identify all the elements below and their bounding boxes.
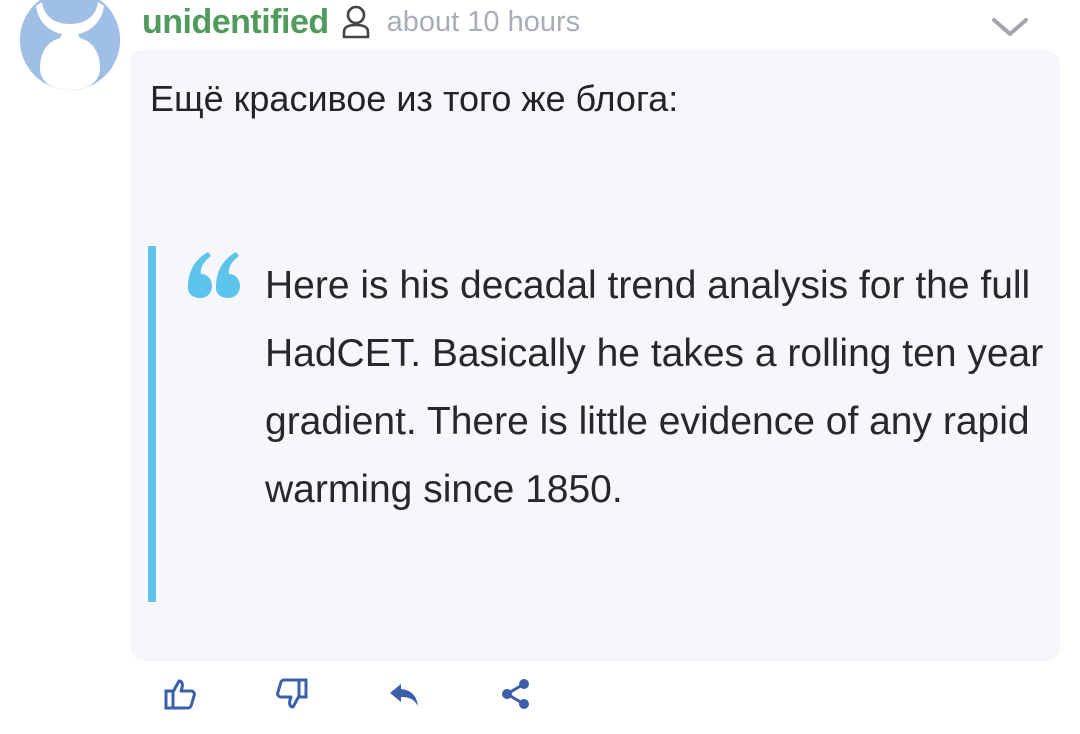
comment-item: unidentified about 10 hours Ещё красивое… — [0, 0, 1080, 734]
default-avatar-icon — [20, 0, 120, 90]
comment-menu-button[interactable] — [990, 14, 1030, 42]
avatar[interactable] — [20, 0, 120, 90]
dislike-button[interactable] — [274, 672, 386, 716]
comment-actions — [162, 672, 610, 716]
reply-icon — [390, 684, 418, 706]
comment-text: Ещё красивое из того же блога: — [150, 78, 679, 119]
username-link[interactable]: unidentified — [142, 3, 329, 42]
user-icon — [341, 5, 371, 39]
quote-icon — [184, 232, 244, 302]
share-icon — [502, 679, 529, 709]
timestamp: about 10 hours — [386, 5, 581, 38]
comment-header: unidentified about 10 hours — [142, 0, 580, 44]
thumbs-down-icon — [276, 678, 308, 709]
reply-button[interactable] — [386, 672, 498, 716]
share-button[interactable] — [498, 672, 610, 716]
quote-accent-bar — [148, 246, 156, 602]
chevron-down-icon — [992, 18, 1028, 36]
like-button[interactable] — [162, 672, 274, 716]
thumbs-up-icon — [164, 679, 196, 710]
blockquote-text: Here is his decadal trend analysis for t… — [265, 264, 1044, 511]
